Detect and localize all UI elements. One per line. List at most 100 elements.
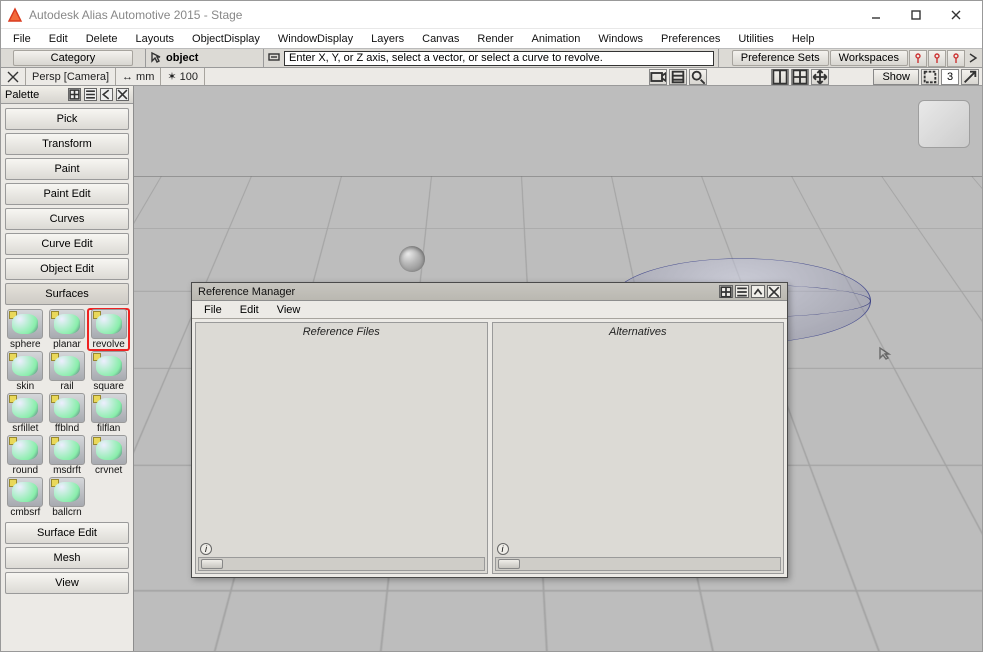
palette-cat-pick[interactable]: Pick — [5, 108, 129, 130]
category-button[interactable]: Category — [13, 50, 133, 66]
panel-scrollbar[interactable] — [198, 557, 485, 571]
move-icon[interactable] — [811, 69, 829, 85]
dialog-close-icon[interactable] — [767, 285, 781, 298]
dialog-menu-view[interactable]: View — [269, 303, 309, 317]
tool-round[interactable]: round — [5, 435, 46, 476]
menu-layouts[interactable]: Layouts — [128, 32, 183, 46]
tool-sphere[interactable]: sphere — [5, 309, 46, 350]
menu-edit[interactable]: Edit — [41, 32, 76, 46]
menubar: File Edit Delete Layouts ObjectDisplay W… — [1, 29, 982, 49]
palette-cat-curveedit[interactable]: Curve Edit — [5, 233, 129, 255]
command-prompt-input[interactable] — [284, 51, 714, 66]
dotted-box-icon[interactable] — [921, 69, 939, 85]
palette-cat-surfaces[interactable]: Surfaces — [5, 283, 129, 305]
app-logo-icon — [7, 7, 23, 23]
palette-title: Palette — [5, 89, 65, 101]
crosshair-icon: ✶ — [167, 70, 176, 83]
palette-cat-objectedit[interactable]: Object Edit — [5, 258, 129, 280]
prompt-icon — [268, 51, 280, 66]
pushpin-icon-3[interactable] — [947, 50, 965, 67]
reference-files-panel: Reference Files i — [195, 322, 488, 574]
tool-square[interactable]: square — [88, 351, 129, 392]
dialog-menu-file[interactable]: File — [196, 303, 230, 317]
workspaces-button[interactable]: Workspaces — [830, 50, 908, 66]
tool-msdrft[interactable]: msdrft — [47, 435, 88, 476]
dialog-list-icon[interactable] — [735, 285, 749, 298]
palette-list-icon[interactable] — [84, 88, 97, 101]
palette-cat-view[interactable]: View — [5, 572, 129, 594]
film-icon[interactable] — [669, 69, 687, 85]
palette-close-icon[interactable] — [116, 88, 129, 101]
viewcube-icon[interactable] — [918, 100, 970, 148]
tool-ffblnd[interactable]: ffblnd — [47, 393, 88, 434]
info-icon[interactable]: i — [200, 543, 212, 555]
camera-icon[interactable] — [649, 69, 667, 85]
tool-crvnet[interactable]: crvnet — [88, 435, 129, 476]
dialog-title: Reference Manager — [198, 286, 295, 298]
minimize-button[interactable] — [856, 4, 896, 26]
tool-filflan[interactable]: filflan — [88, 393, 129, 434]
menu-utilities[interactable]: Utilities — [730, 32, 781, 46]
menu-help[interactable]: Help — [784, 32, 823, 46]
pointer-icon — [150, 51, 162, 66]
pushpin-icon-1[interactable] — [909, 50, 927, 67]
panel-scrollbar[interactable] — [495, 557, 782, 571]
pushpin-icon-2[interactable] — [928, 50, 946, 67]
palette-cat-paintedit[interactable]: Paint Edit — [5, 183, 129, 205]
dialog-grid-icon[interactable] — [719, 285, 733, 298]
menu-objectdisplay[interactable]: ObjectDisplay — [184, 32, 268, 46]
menu-windowdisplay[interactable]: WindowDisplay — [270, 32, 361, 46]
menu-file[interactable]: File — [5, 32, 39, 46]
palette-cat-transform[interactable]: Transform — [5, 133, 129, 155]
menu-animation[interactable]: Animation — [524, 32, 589, 46]
units-label[interactable]: ↔mm — [116, 68, 161, 85]
close-panel-icon[interactable] — [1, 68, 26, 85]
palette-cat-paint[interactable]: Paint — [5, 158, 129, 180]
menu-delete[interactable]: Delete — [78, 32, 126, 46]
app-title: Autodesk Alias Automotive 2015 - Stage — [29, 8, 242, 22]
dialog-menu-edit[interactable]: Edit — [232, 303, 267, 317]
titlebar: Autodesk Alias Automotive 2015 - Stage — [1, 1, 982, 29]
tool-skin[interactable]: skin — [5, 351, 46, 392]
menu-layers[interactable]: Layers — [363, 32, 412, 46]
tool-ballcrn[interactable]: ballcrn — [47, 477, 88, 518]
dialog-collapse-icon[interactable] — [751, 285, 765, 298]
preference-sets-button[interactable]: Preference Sets — [732, 50, 829, 66]
menu-canvas[interactable]: Canvas — [414, 32, 467, 46]
arrows-icon: ↔ — [122, 71, 133, 83]
main-area: Palette Pick Transform Paint Paint Edit … — [1, 86, 982, 651]
cursor-indicator-icon — [878, 346, 892, 360]
tool-rail[interactable]: rail — [47, 351, 88, 392]
menu-windows[interactable]: Windows — [590, 32, 651, 46]
tool-cmbsrf[interactable]: cmbsrf — [5, 477, 46, 518]
palette-cat-surfaceedit[interactable]: Surface Edit — [5, 522, 129, 544]
geometry-sphere — [399, 246, 425, 272]
maximize-button[interactable] — [896, 4, 936, 26]
palette-left-icon[interactable] — [100, 88, 113, 101]
scale-label[interactable]: ✶100 — [161, 68, 205, 85]
reference-manager-dialog: Reference Manager File Edit View Referen… — [191, 282, 788, 578]
tool-planar[interactable]: planar — [47, 309, 88, 350]
palette-grid-icon[interactable] — [68, 88, 81, 101]
menu-render[interactable]: Render — [469, 32, 521, 46]
close-button[interactable] — [936, 4, 976, 26]
info-icon[interactable]: i — [497, 543, 509, 555]
alternatives-panel: Alternatives i — [492, 322, 785, 574]
overflow-arrow-icon[interactable] — [966, 50, 980, 67]
menu-preferences[interactable]: Preferences — [653, 32, 728, 46]
palette-cat-curves[interactable]: Curves — [5, 208, 129, 230]
reference-files-heading: Reference Files — [196, 323, 487, 341]
layout-icon-2[interactable] — [791, 69, 809, 85]
dialog-menubar: File Edit View — [192, 301, 787, 319]
magnify-icon[interactable] — [689, 69, 707, 85]
viewport-number[interactable]: 3 — [941, 69, 959, 85]
expand-corner-icon[interactable] — [961, 69, 979, 85]
tool-srfillet[interactable]: srfillet — [5, 393, 46, 434]
layout-icon-1[interactable] — [771, 69, 789, 85]
object-mode-label[interactable]: object — [166, 52, 198, 64]
tool-grid: sphere planar revolve skin rail square s… — [5, 308, 129, 519]
tool-revolve[interactable]: revolve — [88, 309, 129, 350]
camera-label[interactable]: Persp [Camera] — [26, 68, 116, 85]
show-button[interactable]: Show — [873, 69, 919, 85]
palette-cat-mesh[interactable]: Mesh — [5, 547, 129, 569]
